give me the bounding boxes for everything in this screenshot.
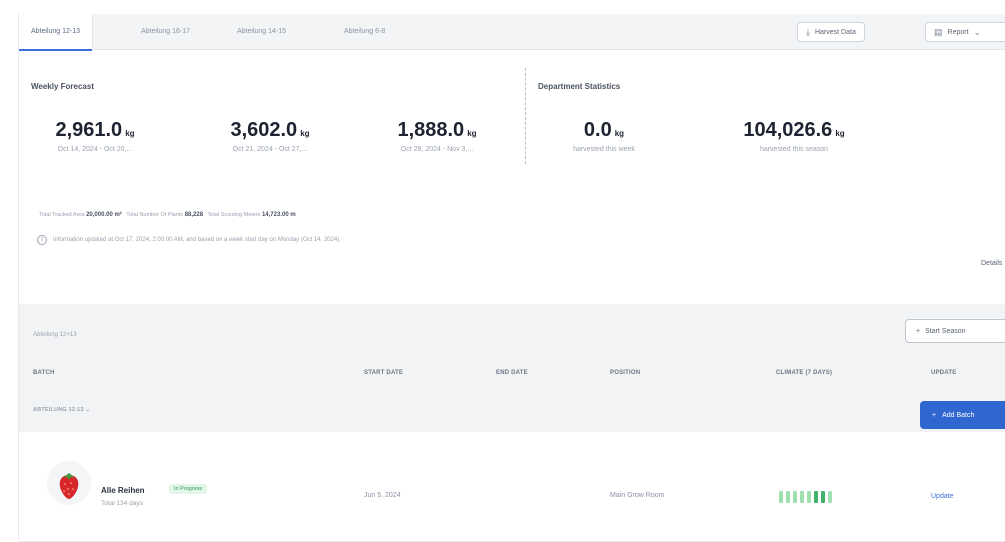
batch-name[interactable]: Alle Reihen [101,486,145,495]
weekly-forecast-title: Weekly Forecast [31,82,94,91]
forecast-range: Oct 28, 2024 - Nov 3,... [400,146,474,153]
info-line: i Information updated at Oct 17, 2024, 2… [37,235,341,245]
climate-day-bar [807,491,811,503]
report-icon: ▤ [934,26,943,37]
section-divider [525,68,526,164]
climate-day-bar [793,491,797,503]
download-icon: ⤓ [806,26,810,37]
climate-indicator [779,491,832,503]
start-season-label: Start Season [925,327,966,335]
status-badge: In Progress [169,484,208,494]
table-row[interactable]: Alle Reihen In Progress Total 134 days J… [19,432,1005,542]
column-header-batch[interactable]: BATCH [33,370,55,376]
app-frame: Abteilung 12-13 Abteilung 16-17 Abteilun… [18,14,1005,542]
info-icon: i [37,235,47,245]
column-header-start-date[interactable]: START DATE [364,370,403,376]
batch-group-label[interactable]: ABTEILUNG 12-13 ⌄ [33,407,90,413]
start-season-button[interactable]: + Start Season [905,319,1005,343]
plus-icon: + [932,411,937,419]
plus-icon: + [916,327,921,335]
harvest-data-label: Harvest Data [814,28,856,36]
department-header-band [19,304,1005,432]
tab-abteilung-12-13[interactable]: Abteilung 12-13 [19,14,94,51]
report-button[interactable]: ▤ Report ⌄ [925,22,1005,42]
department-statistics-title: Department Statistics [538,82,621,91]
strawberry-icon [47,461,91,505]
stat-value: 104,026.6 kg [743,119,845,141]
forecast-panel: Weekly Forecast 2,961.0 kg Oct 14, 2024 -… [19,50,1005,270]
column-header-position[interactable]: POSITION [610,370,640,376]
tab-abteilung-16-17[interactable]: Abteilung 16-17 [141,14,190,50]
stat-value: 0.0 kg [583,119,625,141]
harvest-data-button[interactable]: ⤓ Harvest Data [797,22,865,42]
stat-item: 104,026.6 kg harvested this season [709,119,879,153]
add-batch-button[interactable]: + Add Batch [920,401,1005,429]
column-header-update[interactable]: UPDATE [931,370,956,376]
stat-label: harvested this week [573,146,635,153]
tab-abteilung-14-15[interactable]: Abteilung 14-15 [237,14,286,50]
forecast-range: Oct 21, 2024 - Oct 27,... [232,146,308,153]
tab-abteilung-6-8[interactable]: Abteilung 6-8 [344,14,385,50]
update-link[interactable]: Update [931,493,954,500]
climate-day-bar [779,491,783,503]
details-button[interactable]: Details [981,260,1002,267]
column-header-end-date[interactable]: END DATE [496,370,528,376]
info-text: Information updated at Oct 17, 2024, 2:0… [53,237,341,243]
climate-day-bar [828,491,832,503]
add-batch-label: Add Batch [942,411,975,419]
forecast-value: 3,602.0 kg [230,119,310,141]
climate-day-bar [786,491,790,503]
chevron-down-icon: ⌄ [85,407,91,413]
forecast-value: 1,888.0 kg [397,119,477,141]
forecast-range: Oct 14, 2024 - Oct 20,... [57,146,133,153]
forecast-value: 2,961.0 kg [55,119,135,141]
forecast-item: 2,961.0 kg Oct 14, 2024 - Oct 20,... [19,119,171,153]
department-name: Abteilung 12+13 [33,332,77,338]
climate-day-bar [821,491,825,503]
climate-day-bar [800,491,804,503]
report-label: Report [947,28,969,36]
position-cell: Main Grow Room [610,492,665,499]
start-date-cell: Jun 5, 2024 [364,492,401,499]
column-header-climate[interactable]: CLIMATE (7 DAYS) [776,370,832,376]
forecast-item: 1,888.0 kg Oct 28, 2024 - Nov 3,... [365,119,509,153]
chevron-down-icon: ⌄ [973,26,982,37]
stat-label: harvested this season [759,146,829,153]
totals-line: Total Tracked Area 20,000.00 m² Total Nu… [39,212,296,218]
stat-item: 0.0 kg harvested this week [539,119,669,153]
forecast-item: 3,602.0 kg Oct 21, 2024 - Oct 27,... [195,119,345,153]
tab-bar: Abteilung 12-13 Abteilung 16-17 Abteilun… [19,14,1005,51]
climate-day-bar [814,491,818,503]
batch-duration: Total 134 days [101,500,143,507]
